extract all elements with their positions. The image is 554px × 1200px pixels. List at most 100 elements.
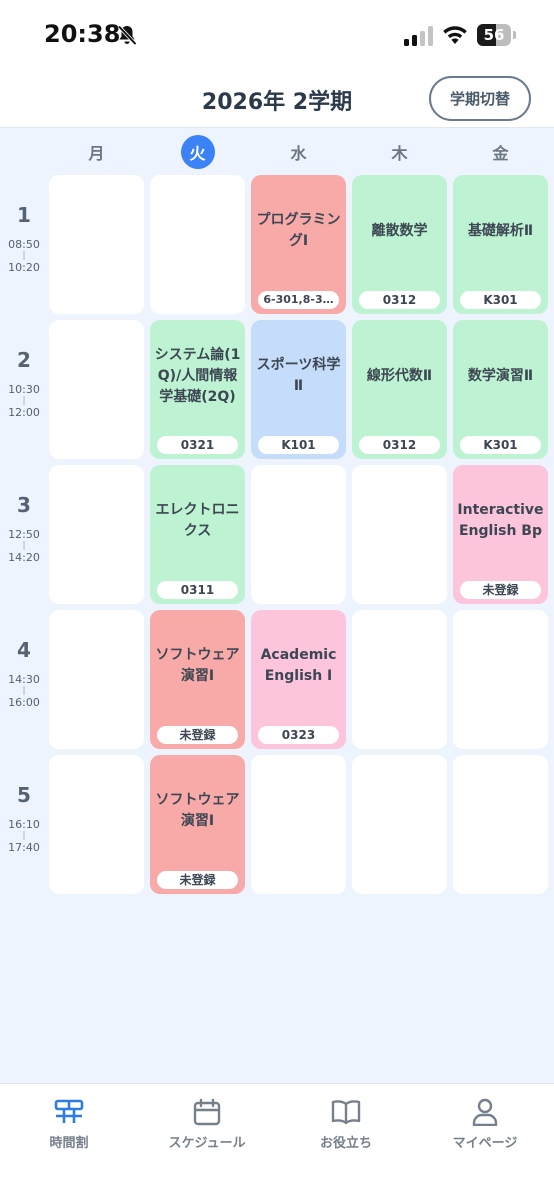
tab-bar: 時間割 スケジュール お役立ち マイページ (0, 1083, 554, 1200)
day-header-0: 月 (49, 134, 144, 170)
period-label: 5 16:10 | 17:40 (0, 755, 48, 853)
person-icon (472, 1098, 498, 1126)
day-header-3: 木 (352, 134, 447, 170)
period-end-time: 12:00 (8, 406, 40, 419)
tab-useful[interactable]: お役立ち (277, 1094, 415, 1154)
course-name: ソフトウェア演習Ⅰ (155, 792, 240, 829)
empty-cell[interactable] (453, 610, 548, 749)
calendar-icon (193, 1098, 221, 1126)
course-cell[interactable]: ソフトウェア演習Ⅰ 未登録 (150, 610, 245, 749)
timetable-icon (54, 1099, 84, 1123)
empty-cell[interactable] (453, 755, 548, 894)
tab-label: スケジュール (168, 1136, 246, 1151)
term-switch-button[interactable]: 学期切替 (429, 76, 531, 121)
course-name: プログラミングⅠ (256, 212, 341, 249)
status-time: 20:38 (44, 20, 121, 48)
room-badge: 6-301,8-3… (258, 291, 339, 309)
header: 2026年 2学期 学期切替 (0, 70, 554, 128)
period-label: 4 14:30 | 16:00 (0, 610, 48, 708)
battery-level: 56 (483, 26, 505, 44)
tab-label: マイページ (452, 1136, 518, 1151)
empty-cell[interactable] (352, 610, 447, 749)
course-name: 離散数学 (371, 222, 428, 239)
empty-cell[interactable] (251, 465, 346, 604)
day-label: 火 (180, 135, 215, 169)
course-name: スポーツ科学Ⅱ (256, 357, 341, 394)
empty-cell[interactable] (352, 465, 447, 604)
empty-cell[interactable] (251, 755, 346, 894)
course-cell[interactable]: 基礎解析Ⅱ K301 (453, 175, 548, 314)
empty-cell[interactable] (150, 175, 245, 314)
day-label: 水 (290, 144, 307, 163)
room-badge: 0323 (258, 726, 339, 744)
tab-label: 時間割 (49, 1136, 89, 1151)
empty-cell[interactable] (49, 610, 144, 749)
book-icon (331, 1100, 361, 1125)
course-cell[interactable]: スポーツ科学Ⅱ K101 (251, 320, 346, 459)
day-label: 金 (492, 144, 509, 163)
course-cell[interactable]: エレクトロニクス 0311 (150, 465, 245, 604)
period-number: 1 (17, 203, 31, 227)
course-name: Academic English Ⅰ (260, 647, 337, 684)
day-label: 月 (88, 144, 105, 163)
period-number: 2 (17, 348, 31, 372)
empty-cell[interactable] (49, 320, 144, 459)
course-cell[interactable]: システム論(1Q)/人間情報学基礎(2Q) 0321 (150, 320, 245, 459)
status-bar: 20:38 56 (0, 0, 554, 70)
battery-icon: 56 (477, 24, 517, 46)
period-label: 1 08:50 | 10:20 (0, 175, 48, 273)
period-end-time: 14:20 (8, 551, 40, 564)
course-cell[interactable]: ソフトウェア演習Ⅰ 未登録 (150, 755, 245, 894)
period-end-time: 16:00 (8, 696, 40, 709)
room-badge: K101 (258, 436, 339, 454)
room-badge: 未登録 (157, 871, 238, 889)
room-badge: 0312 (359, 291, 440, 309)
course-cell[interactable]: 数学演習Ⅱ K301 (453, 320, 548, 459)
period-end-time: 17:40 (8, 841, 40, 854)
room-badge: 0312 (359, 436, 440, 454)
room-badge: K301 (460, 291, 541, 309)
period-number: 3 (17, 493, 31, 517)
period-number: 4 (17, 638, 31, 662)
course-name: システム論(1Q)/人間情報学基礎(2Q) (154, 346, 241, 405)
course-name: エレクトロニクス (155, 502, 240, 539)
period-start-time: 14:30 (8, 673, 40, 686)
period-end-time: 10:20 (8, 261, 40, 274)
tab-mypage[interactable]: マイページ (416, 1094, 554, 1154)
day-header-2: 水 (251, 134, 346, 170)
course-cell[interactable]: Academic English Ⅰ 0323 (251, 610, 346, 749)
empty-cell[interactable] (352, 755, 447, 894)
period-start-time: 10:30 (8, 383, 40, 396)
course-name: ソフトウェア演習Ⅰ (155, 647, 240, 684)
period-label: 3 12:50 | 14:20 (0, 465, 48, 563)
day-label: 木 (391, 144, 408, 163)
room-badge: 0311 (157, 581, 238, 599)
empty-cell[interactable] (49, 465, 144, 604)
course-cell[interactable]: Interactive English Bp 未登録 (453, 465, 548, 604)
room-badge: 未登録 (157, 726, 238, 744)
tab-label: お役立ち (319, 1136, 372, 1151)
tab-timetable[interactable]: 時間割 (0, 1094, 138, 1154)
empty-cell[interactable] (49, 755, 144, 894)
course-name: 線形代数Ⅱ (366, 367, 433, 384)
period-start-time: 08:50 (8, 238, 40, 251)
period-start-time: 12:50 (8, 528, 40, 541)
period-label: 2 10:30 | 12:00 (0, 320, 48, 418)
signal-icon (404, 26, 433, 46)
course-name: 数学演習Ⅱ (467, 367, 534, 384)
day-header-1: 火 (150, 134, 245, 170)
period-number: 5 (17, 783, 31, 807)
period-start-time: 16:10 (8, 818, 40, 831)
room-badge: 0321 (157, 436, 238, 454)
tab-schedule[interactable]: スケジュール (138, 1094, 276, 1154)
course-name: 基礎解析Ⅱ (467, 222, 534, 239)
room-badge: K301 (460, 436, 541, 454)
course-cell[interactable]: 線形代数Ⅱ 0312 (352, 320, 447, 459)
room-badge: 未登録 (460, 581, 541, 599)
course-cell[interactable]: 離散数学 0312 (352, 175, 447, 314)
wifi-icon (443, 26, 467, 44)
empty-cell[interactable] (49, 175, 144, 314)
course-name: Interactive English Bp (457, 502, 544, 539)
bell-slash-icon (117, 25, 137, 46)
course-cell[interactable]: プログラミングⅠ 6-301,8-3… (251, 175, 346, 314)
